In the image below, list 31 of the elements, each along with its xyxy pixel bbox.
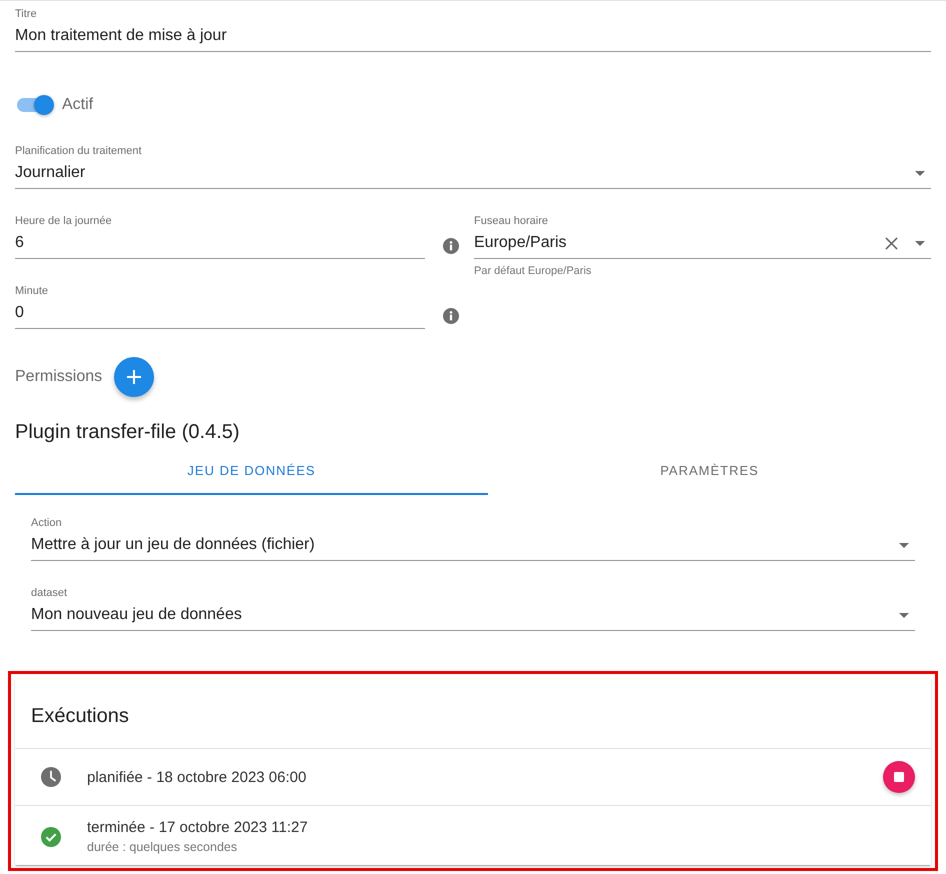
permissions-label: Permissions xyxy=(15,368,102,386)
info-icon[interactable] xyxy=(443,238,459,254)
switch-label: Actif xyxy=(62,96,94,114)
card-title: Exécutions xyxy=(15,679,931,749)
dropdown-arrow-icon xyxy=(915,240,925,246)
add-button[interactable] xyxy=(114,357,154,397)
input-field[interactable]: Titre Mon traitement de mise à jour xyxy=(15,1,931,52)
execution-subtitle: durée : quelques secondes xyxy=(87,839,238,855)
dropdown-field[interactable]: Action Mettre à jour un jeu de données (fichier) xyxy=(31,510,915,561)
input-field[interactable]: Heure de la journée 6 xyxy=(15,208,425,259)
section-title: Plugin transfer-file (0.4.5) xyxy=(15,420,241,445)
plus-icon xyxy=(127,370,142,384)
dropdown-arrow-icon xyxy=(899,542,909,548)
dropdown-arrow-icon xyxy=(915,170,925,176)
check-circle-icon xyxy=(41,826,61,846)
clock-icon xyxy=(41,767,61,787)
dropdown-field[interactable]: Fuseau horaire Europe/Paris xyxy=(474,208,931,259)
tab[interactable]: JEU DE DONNÉES xyxy=(15,447,488,495)
tab[interactable]: PARAMÈTRES xyxy=(488,447,931,495)
dropdown-field[interactable]: dataset Mon nouveau jeu de données xyxy=(31,580,915,631)
execution-title: terminée - 17 octobre 2023 11:27 xyxy=(87,818,309,837)
execution-title: planifiée - 18 octobre 2023 06:00 xyxy=(87,768,308,786)
field-hint: Par défaut Europe/Paris xyxy=(474,264,592,278)
stop-button[interactable] xyxy=(883,761,915,793)
info-icon[interactable] xyxy=(443,308,459,324)
stop-icon xyxy=(894,772,904,782)
dropdown-field[interactable]: Planification du traitement Journalier xyxy=(15,138,931,189)
toggle-switch[interactable] xyxy=(16,95,54,115)
input-field[interactable]: Minute 0 xyxy=(15,278,425,329)
dropdown-arrow-icon xyxy=(899,612,909,618)
clear-icon[interactable] xyxy=(885,236,898,250)
